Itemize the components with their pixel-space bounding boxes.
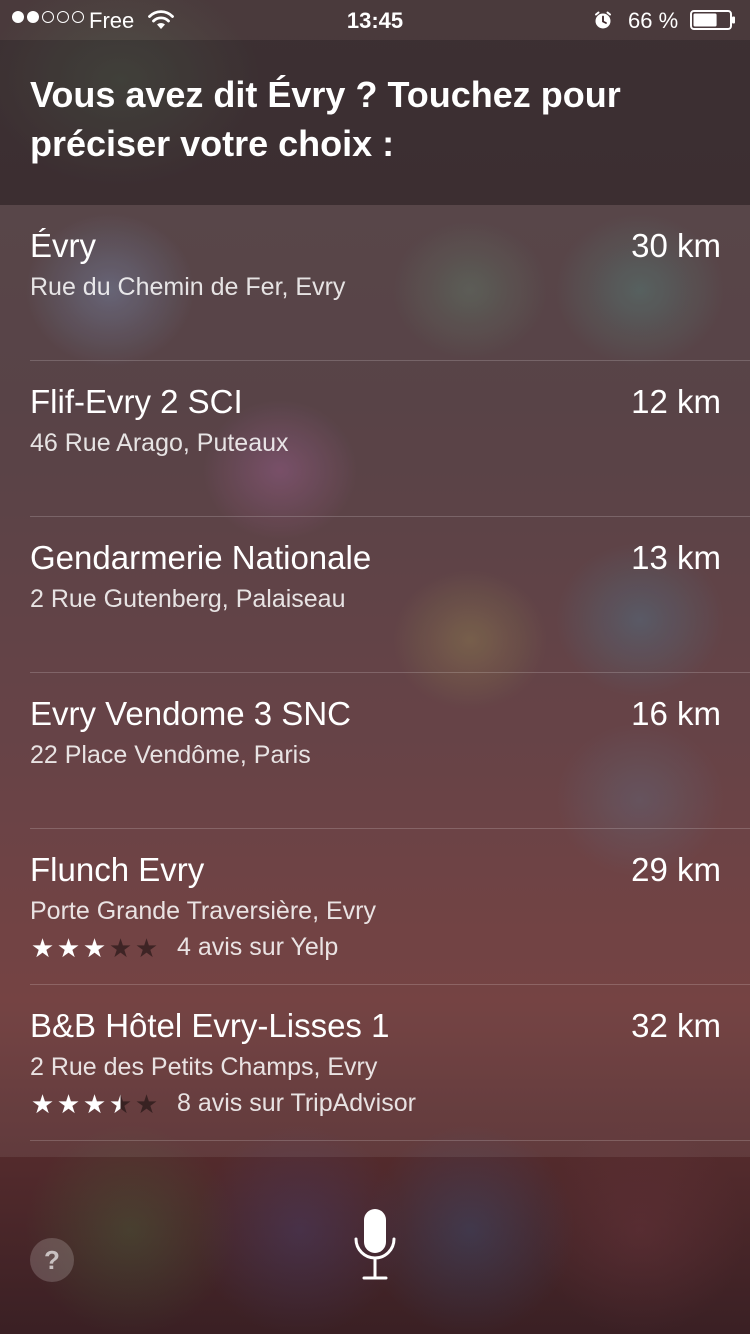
result-item[interactable]: Flif-Evry 2 SCI 12 km 46 Rue Arago, Puteau…: [0, 361, 750, 517]
result-name: Évry: [30, 227, 96, 264]
result-address: 2 Rue des Petits Champs, Evry: [30, 1053, 378, 1081]
review-count: 8 avis sur TripAdvisor: [177, 1089, 416, 1117]
star-icon: ★: [134, 932, 159, 963]
result-address: 46 Rue Arago, Puteaux: [30, 429, 289, 457]
result-name: Flunch Evry: [30, 851, 205, 888]
result-item[interactable]: Evry Vendome 3 SNC 16 km 22 Place Vendôme,…: [0, 673, 750, 829]
star-icon: ★: [108, 932, 133, 963]
result-distance: 29 km: [631, 851, 721, 888]
result-address: 2 Rue Gutenberg, Palaiseau: [30, 585, 346, 613]
result-distance: 13 km: [631, 539, 721, 576]
help-button[interactable]: ?: [30, 1238, 74, 1282]
question-icon: ?: [44, 1244, 60, 1275]
result-distance: 16 km: [631, 695, 721, 732]
result-item[interactable]: Évry 30 km Rue du Chemin de Fer, Evry: [0, 205, 750, 361]
star-icon: ★: [82, 932, 107, 963]
star-icon: ★: [108, 1088, 133, 1119]
review-count: 4 avis sur Yelp: [177, 933, 339, 961]
star-icon: ★: [30, 1088, 55, 1119]
result-name: Flif-Evry 2 SCI: [30, 383, 243, 420]
result-address: Rue du Chemin de Fer, Evry: [30, 273, 346, 301]
result-name: B&B Hôtel Evry-Lisses 1: [30, 1007, 390, 1044]
result-rating: ★ ★ ★ ★ ★ 8 avis sur TripAdvisor: [30, 1089, 416, 1118]
result-address: Porte Grande Traversière, Evry: [30, 897, 376, 925]
microphone-button[interactable]: [347, 1205, 403, 1285]
result-name: Gendarmerie Nationale: [30, 539, 372, 576]
star-rating: ★ ★ ★ ★ ★: [30, 935, 159, 961]
star-icon: ★: [56, 1088, 81, 1119]
alarm-icon: [593, 10, 613, 36]
result-address: 22 Place Vendôme, Paris: [30, 741, 311, 769]
results-list: Évry 30 km Rue du Chemin de Fer, Evry Flif-…: [0, 205, 750, 1157]
result-rating: ★ ★ ★ ★ ★ 4 avis sur Yelp: [30, 933, 338, 962]
star-icon: ★: [30, 932, 55, 963]
siri-prompt: Vous avez dit Évry ? Touchez pour précis…: [30, 74, 621, 164]
status-bar: Free 13:45 66 %: [0, 0, 750, 40]
result-distance: 32 km: [631, 1007, 721, 1044]
star-icon: ★: [56, 932, 81, 963]
result-name: Evry Vendome 3 SNC: [30, 695, 351, 732]
star-icon: ★: [82, 1088, 107, 1119]
battery-percentage: 66 %: [628, 8, 679, 33]
result-item[interactable]: B&B Hôtel Evry-Lisses 1 32 km 2 Rue des Pe…: [0, 985, 750, 1141]
result-distance: 30 km: [631, 227, 721, 264]
battery-icon: [690, 10, 735, 30]
siri-header: Vous avez dit Évry ? Touchez pour précis…: [0, 40, 750, 205]
star-rating: ★ ★ ★ ★ ★: [30, 1091, 159, 1117]
star-icon: ★: [134, 1088, 159, 1119]
microphone-icon: [354, 1209, 396, 1280]
result-distance: 12 km: [631, 383, 721, 420]
result-item[interactable]: Gendarmerie Nationale 13 km 2 Rue Gutenber…: [0, 517, 750, 673]
result-item[interactable]: Flunch Evry 29 km Porte Grande Traversière…: [0, 829, 750, 985]
